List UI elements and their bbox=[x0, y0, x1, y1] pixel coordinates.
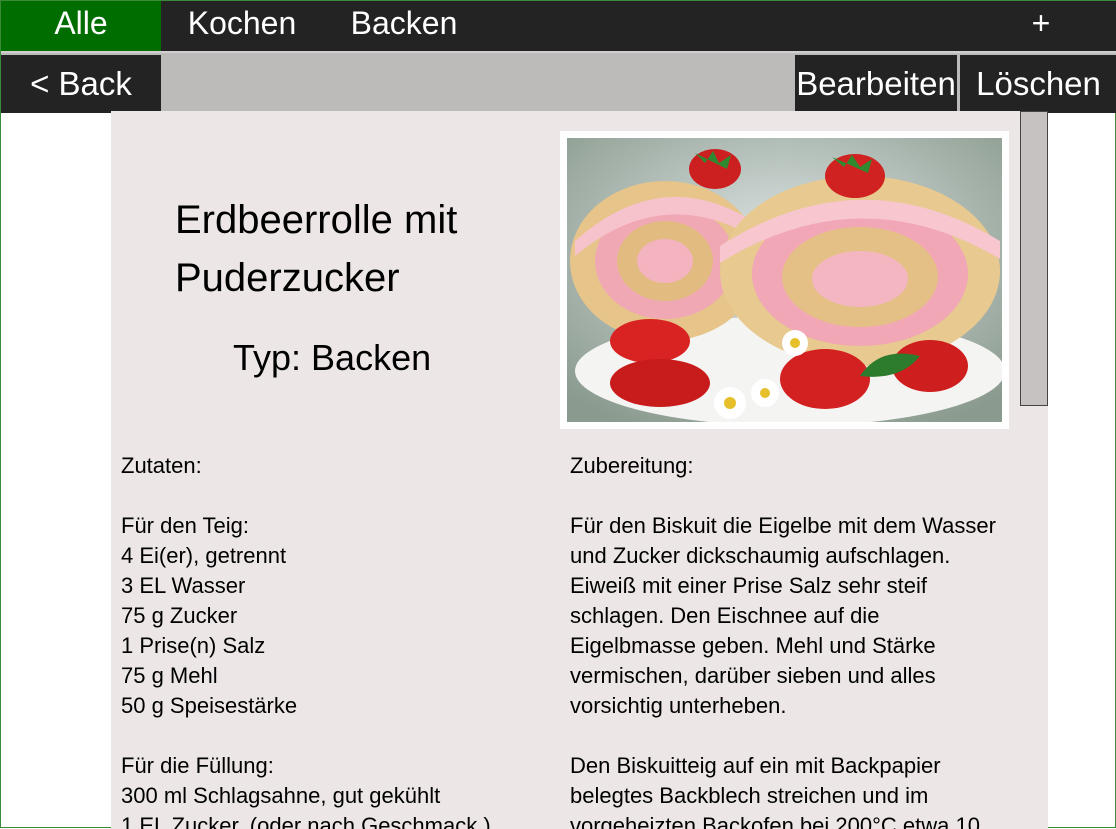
edit-button[interactable]: Bearbeiten bbox=[795, 55, 957, 113]
back-button[interactable]: < Back bbox=[1, 55, 161, 113]
add-recipe-button[interactable]: + bbox=[1001, 1, 1081, 51]
recipe-toolbar: < Back Bearbeiten Löschen bbox=[1, 51, 1116, 113]
delete-button[interactable]: Löschen bbox=[960, 55, 1116, 113]
recipe-type: Typ: Backen bbox=[233, 337, 432, 378]
recipe-detail: Erdbeerrolle mit Puderzucker Typ: Backen bbox=[111, 111, 1048, 829]
recipe-photo bbox=[560, 131, 1009, 429]
tab-alle[interactable]: Alle bbox=[1, 1, 161, 51]
tab-backen[interactable]: Backen bbox=[323, 1, 485, 51]
preparation-text: Zubereitung: Für den Biskuit die Eigelbe… bbox=[570, 453, 996, 829]
ingredients-text: Zutaten: Für den Teig: 4 Ei(er), getrenn… bbox=[121, 453, 491, 829]
scrollbar-thumb[interactable] bbox=[1020, 111, 1048, 406]
recipe-title: Erdbeerrolle mit Puderzucker bbox=[175, 198, 458, 300]
category-nav: Alle Kochen Backen + bbox=[1, 1, 1116, 51]
tab-kochen[interactable]: Kochen bbox=[161, 1, 323, 51]
strawberry-roll-photo-icon bbox=[561, 132, 1008, 428]
